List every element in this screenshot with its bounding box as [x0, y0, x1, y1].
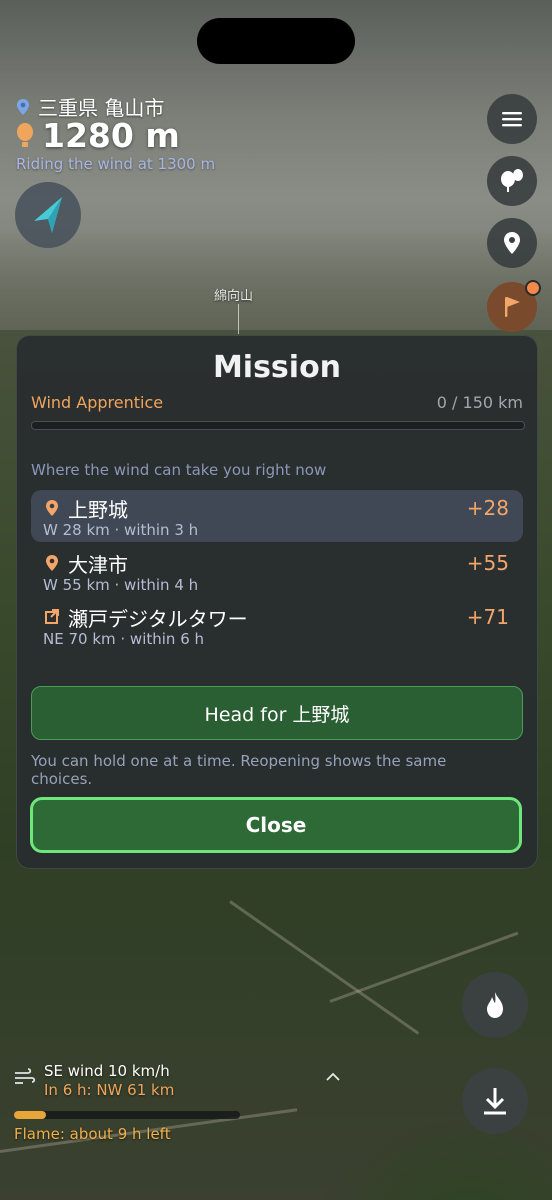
option-detail: NE 70 km · within 6 h	[43, 630, 205, 648]
location-pin-icon	[46, 555, 58, 571]
option-name: 瀬戸デジタルタワー	[68, 607, 248, 631]
mission-progress-text: 0 / 150 km	[436, 393, 523, 412]
destination-option[interactable]: 上野城 W 28 km · within 3 h +28	[31, 490, 523, 542]
wind-icon	[15, 1068, 36, 1084]
map-pin-icon	[504, 232, 520, 254]
mission-rank: Wind Apprentice	[31, 393, 164, 412]
dialog-title: Mission	[212, 350, 342, 385]
descend-button[interactable]	[462, 1068, 528, 1134]
option-score: +71	[466, 605, 509, 629]
landmark-icon	[45, 609, 59, 624]
flame-fuel-bar	[14, 1111, 240, 1119]
location-button[interactable]	[487, 218, 537, 268]
mission-progress-bar	[31, 421, 525, 430]
option-name: 上野城	[68, 498, 128, 522]
flame-icon	[487, 992, 503, 1018]
option-score: +55	[466, 551, 509, 575]
chevron-up-icon[interactable]	[325, 1072, 341, 1082]
balloons-button[interactable]	[487, 156, 537, 206]
destination-option[interactable]: 瀬戸デジタルタワー NE 70 km · within 6 h +71	[31, 599, 523, 651]
balloons-icon	[501, 169, 523, 192]
altitude-value: 1280 m	[42, 116, 180, 155]
mission-note: You can hold one at a time. Reopening sh…	[31, 752, 447, 788]
riding-status: Riding the wind at 1300 m	[16, 155, 216, 173]
balloon-icon	[17, 122, 33, 147]
notification-badge	[525, 280, 541, 296]
head-for-button[interactable]: Head for 上野城	[31, 686, 523, 740]
menu-button[interactable]	[487, 94, 537, 144]
option-score: +28	[466, 496, 509, 520]
altitude-row: 1280 m	[16, 116, 180, 155]
descend-arrow-icon	[484, 1088, 506, 1115]
compass-button[interactable]	[15, 182, 81, 248]
map-label: 綿向山	[214, 289, 254, 304]
option-detail: W 55 km · within 4 h	[43, 576, 199, 594]
flag-icon	[505, 297, 520, 317]
option-name: 大津市	[68, 553, 128, 577]
wind-readout: SE wind 10 km/h	[44, 1062, 170, 1080]
flame-fuel-fill	[14, 1111, 46, 1119]
close-button[interactable]: Close	[30, 797, 522, 853]
menu-icon	[502, 112, 522, 127]
burn-button[interactable]	[462, 972, 528, 1038]
location-pin-icon	[17, 98, 29, 115]
option-detail: W 28 km · within 3 h	[43, 521, 199, 539]
location-pin-icon	[46, 500, 58, 516]
options-subheading: Where the wind can take you right now	[31, 461, 327, 479]
map-label-pointer	[238, 304, 239, 334]
wind-forecast: In 6 h: NW 61 km	[44, 1081, 175, 1099]
mission-dialog: Mission Wind Apprentice 0 / 150 km Where…	[16, 335, 538, 869]
destination-option[interactable]: 大津市 W 55 km · within 4 h +55	[31, 545, 523, 597]
compass-arrow-icon	[34, 197, 62, 233]
device-notch	[197, 18, 355, 64]
flame-remaining-text: Flame: about 9 h left	[14, 1125, 171, 1143]
